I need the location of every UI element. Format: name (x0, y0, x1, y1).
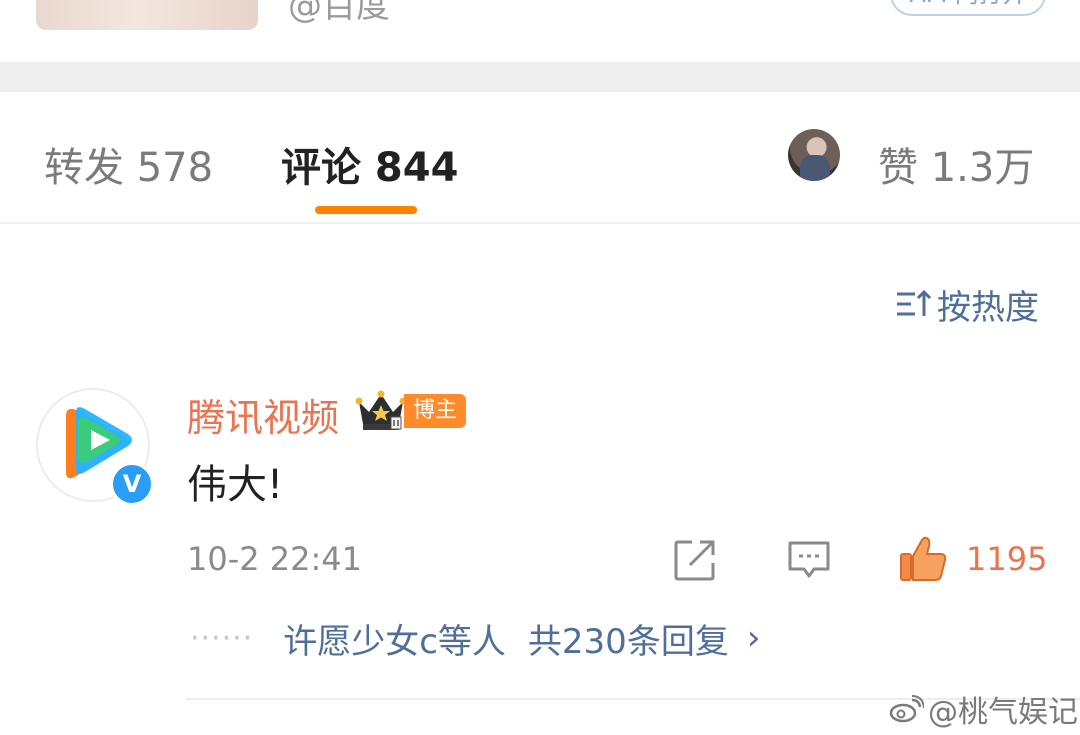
open-in-app-button[interactable]: APP内打开 (890, 0, 1046, 16)
weibo-logo-icon (889, 695, 924, 723)
comment-text: 伟大! (187, 462, 284, 508)
source-card[interactable]: @百度 APP内打开 (0, 0, 1080, 62)
comment-like-count: 1195 (966, 540, 1048, 578)
tab-divider (0, 222, 1080, 224)
weibo-comment-page: @百度 APP内打开 转发 578 评论 844 赞 1.3万 按热度 V 腾讯… (0, 0, 1080, 735)
tab-like[interactable]: 赞 1.3万 (878, 135, 1034, 193)
active-tab-indicator (315, 206, 417, 214)
sort-by-hot-button[interactable]: 按热度 (893, 284, 1039, 328)
sort-icon (897, 289, 932, 316)
crown-icon (355, 390, 407, 430)
chevron-right-icon: › (746, 618, 761, 658)
thumbs-up-icon[interactable] (898, 534, 948, 584)
sort-label: 按热度 (937, 287, 1039, 328)
watermark-text: @桃气娱记 (928, 695, 1078, 730)
source-thumbnail (36, 0, 258, 30)
reply-dots: ······ (190, 620, 254, 656)
liker-avatar[interactable] (788, 129, 840, 181)
blogger-badge: 博主 (404, 394, 466, 428)
replies-summary-link[interactable]: ······ 许愿少女c等人 共230条回复 › (190, 614, 760, 662)
comment-time: 10-2 22:41 (187, 540, 363, 578)
reply-users: 许愿少女c等人 (283, 621, 506, 662)
reply-count: 共230条回复 (527, 621, 729, 662)
commenter-name[interactable]: 腾讯视频 (187, 387, 339, 442)
liker-avatar-figure (800, 155, 830, 181)
reply-icon[interactable] (786, 538, 832, 582)
weibo-watermark: @桃气娱记 (888, 690, 1078, 730)
tab-repost[interactable]: 转发 578 (44, 135, 213, 193)
tab-comment[interactable]: 评论 844 (281, 135, 458, 193)
source-handle: @百度 (288, 0, 390, 26)
section-separator (0, 62, 1080, 92)
share-icon[interactable] (672, 537, 718, 583)
verified-badge: V (110, 462, 154, 506)
